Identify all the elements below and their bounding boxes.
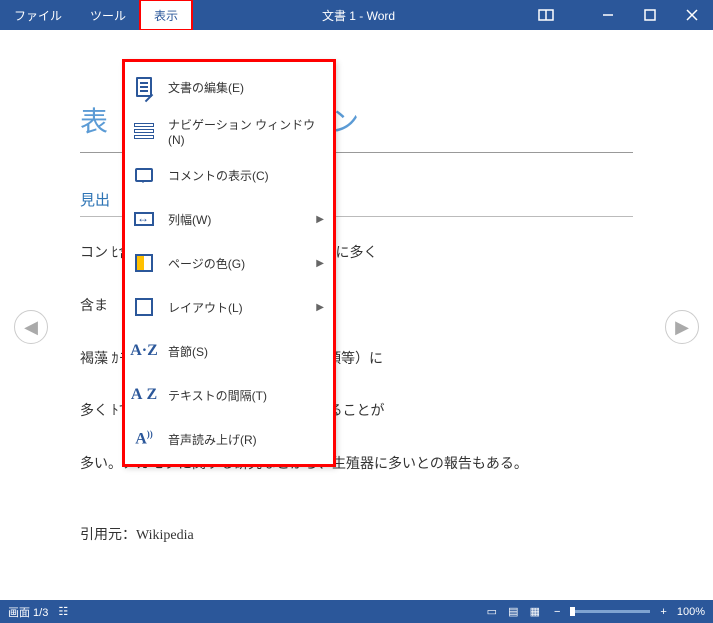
dd-navigation-pane[interactable]: ナビゲーション ウィンドウ(N) [124, 109, 334, 153]
document-page: 表 ンとフコダイン 見出 コン ﾋ含む）、モズクなど褐藻類の粘質物に多く 含ま … [0, 30, 713, 600]
dd-page-color[interactable]: ページの色(G) ▶ [124, 241, 334, 285]
reading-mode-icon[interactable] [525, 0, 567, 30]
statusbar: 画面 1/3 ☷ ▭ ▤ ▦ − + 100% [0, 600, 713, 623]
close-button[interactable] [671, 0, 713, 30]
dd-label: 文書の編集(E) [168, 79, 324, 96]
chevron-right-icon: ▶ [316, 258, 324, 269]
view-dropdown: 文書の編集(E) ナビゲーション ウィンドウ(N) コメントの表示(C) 列幅(… [123, 60, 335, 466]
zoom-in-button[interactable]: + [660, 606, 666, 618]
reading-view-icon[interactable]: ▭ [483, 605, 501, 618]
dd-label: テキストの間隔(T) [168, 387, 324, 404]
zoom-percent[interactable]: 100% [677, 606, 705, 618]
text-spacing-icon: A Z [132, 383, 156, 407]
dd-text-spacing[interactable]: A Z テキストの間隔(T) [124, 373, 334, 417]
dd-column-width[interactable]: 列幅(W) ▶ [124, 197, 334, 241]
accessibility-icon[interactable]: ☷ [58, 605, 68, 618]
prev-page-button[interactable]: ◀ [14, 310, 48, 344]
menu-file[interactable]: ファイル [0, 0, 76, 30]
view-mode-icons: ▭ ▤ ▦ [483, 605, 544, 618]
chevron-right-icon: ▶ [316, 214, 324, 225]
column-width-icon [132, 207, 156, 231]
dd-label: ナビゲーション ウィンドウ(N) [168, 116, 324, 147]
minimize-button[interactable] [587, 0, 629, 30]
dd-syllable[interactable]: A·Z 音節(S) [124, 329, 334, 373]
text-to-speech-icon: A)) [132, 427, 156, 451]
titlebar: ファイル ツール 表示 文書 1 - Word [0, 0, 713, 30]
layout-icon [132, 295, 156, 319]
chevron-right-icon: ▶ [316, 302, 324, 313]
doc-edit-icon [132, 75, 156, 99]
zoom-slider[interactable] [570, 610, 650, 613]
comments-icon [132, 163, 156, 187]
window-controls [525, 0, 713, 30]
menu-view[interactable]: 表示 [140, 0, 192, 30]
web-layout-icon[interactable]: ▦ [526, 605, 544, 618]
source-line: 引用元：Wikipedia [80, 521, 633, 552]
nav-pane-icon [132, 119, 156, 143]
workspace: 表 ンとフコダイン 見出 コン ﾋ含む）、モズクなど褐藻類の粘質物に多く 含ま … [0, 30, 713, 600]
dd-edit-document[interactable]: 文書の編集(E) [124, 65, 334, 109]
menu-tool[interactable]: ツール [76, 0, 140, 30]
dd-label: コメントの表示(C) [168, 167, 324, 184]
next-page-button[interactable]: ▶ [665, 310, 699, 344]
syllable-icon: A·Z [132, 339, 156, 363]
dd-label: 音節(S) [168, 343, 324, 360]
dd-label: 音声読み上げ(R) [168, 431, 324, 448]
dd-layout[interactable]: レイアウト(L) ▶ [124, 285, 334, 329]
maximize-button[interactable] [629, 0, 671, 30]
zoom-out-button[interactable]: − [554, 606, 560, 618]
window-title: 文書 1 - Word [322, 7, 395, 24]
dd-label: 列幅(W) [168, 211, 316, 228]
print-layout-icon[interactable]: ▤ [504, 605, 522, 618]
page-color-icon [132, 251, 156, 275]
dd-label: レイアウト(L) [168, 299, 316, 316]
dd-text-to-speech[interactable]: A)) 音声読み上げ(R) [124, 417, 334, 461]
page-counter[interactable]: 画面 1/3 [8, 604, 48, 620]
dd-label: ページの色(G) [168, 255, 316, 272]
dd-show-comments[interactable]: コメントの表示(C) [124, 153, 334, 197]
